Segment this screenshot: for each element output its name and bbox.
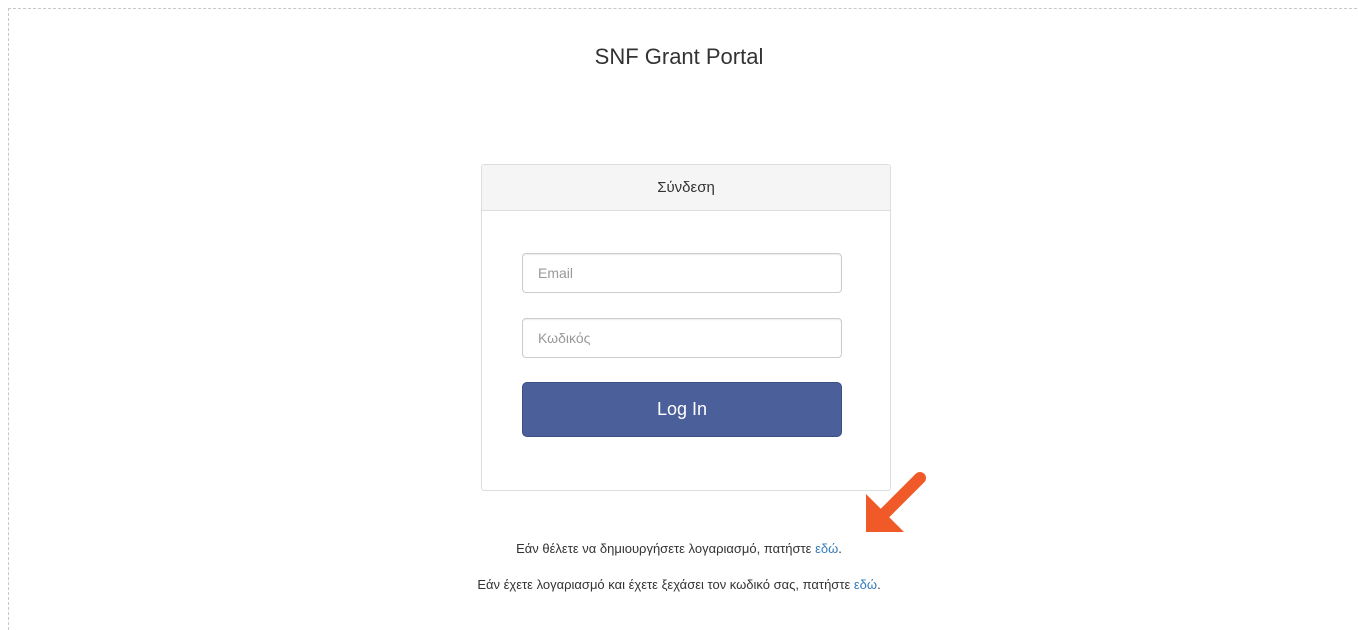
signup-text: Εάν θέλετε να δημιουργήσετε λογαριασμό, … (516, 541, 816, 556)
forgot-end: . (877, 577, 881, 592)
arrow-down-left-icon (866, 472, 926, 532)
login-panel: Σύνδεση Log In (481, 164, 891, 491)
signup-end: . (838, 541, 842, 556)
login-panel-heading: Σύνδεση (482, 165, 890, 211)
signup-link[interactable]: εδώ (815, 541, 838, 556)
password-input[interactable] (522, 318, 842, 358)
signup-info: Εάν θέλετε να δημιουργήσετε λογαριασμό, … (0, 541, 1358, 556)
email-input[interactable] (522, 253, 842, 293)
login-button[interactable]: Log In (522, 382, 842, 437)
forgot-password-info: Εάν έχετε λογαριασμό και έχετε ξεχάσει τ… (0, 577, 1358, 592)
forgot-text: Εάν έχετε λογαριασμό και έχετε ξεχάσει τ… (477, 577, 854, 592)
forgot-password-link[interactable]: εδώ (854, 577, 877, 592)
page-title: SNF Grant Portal (594, 44, 764, 69)
